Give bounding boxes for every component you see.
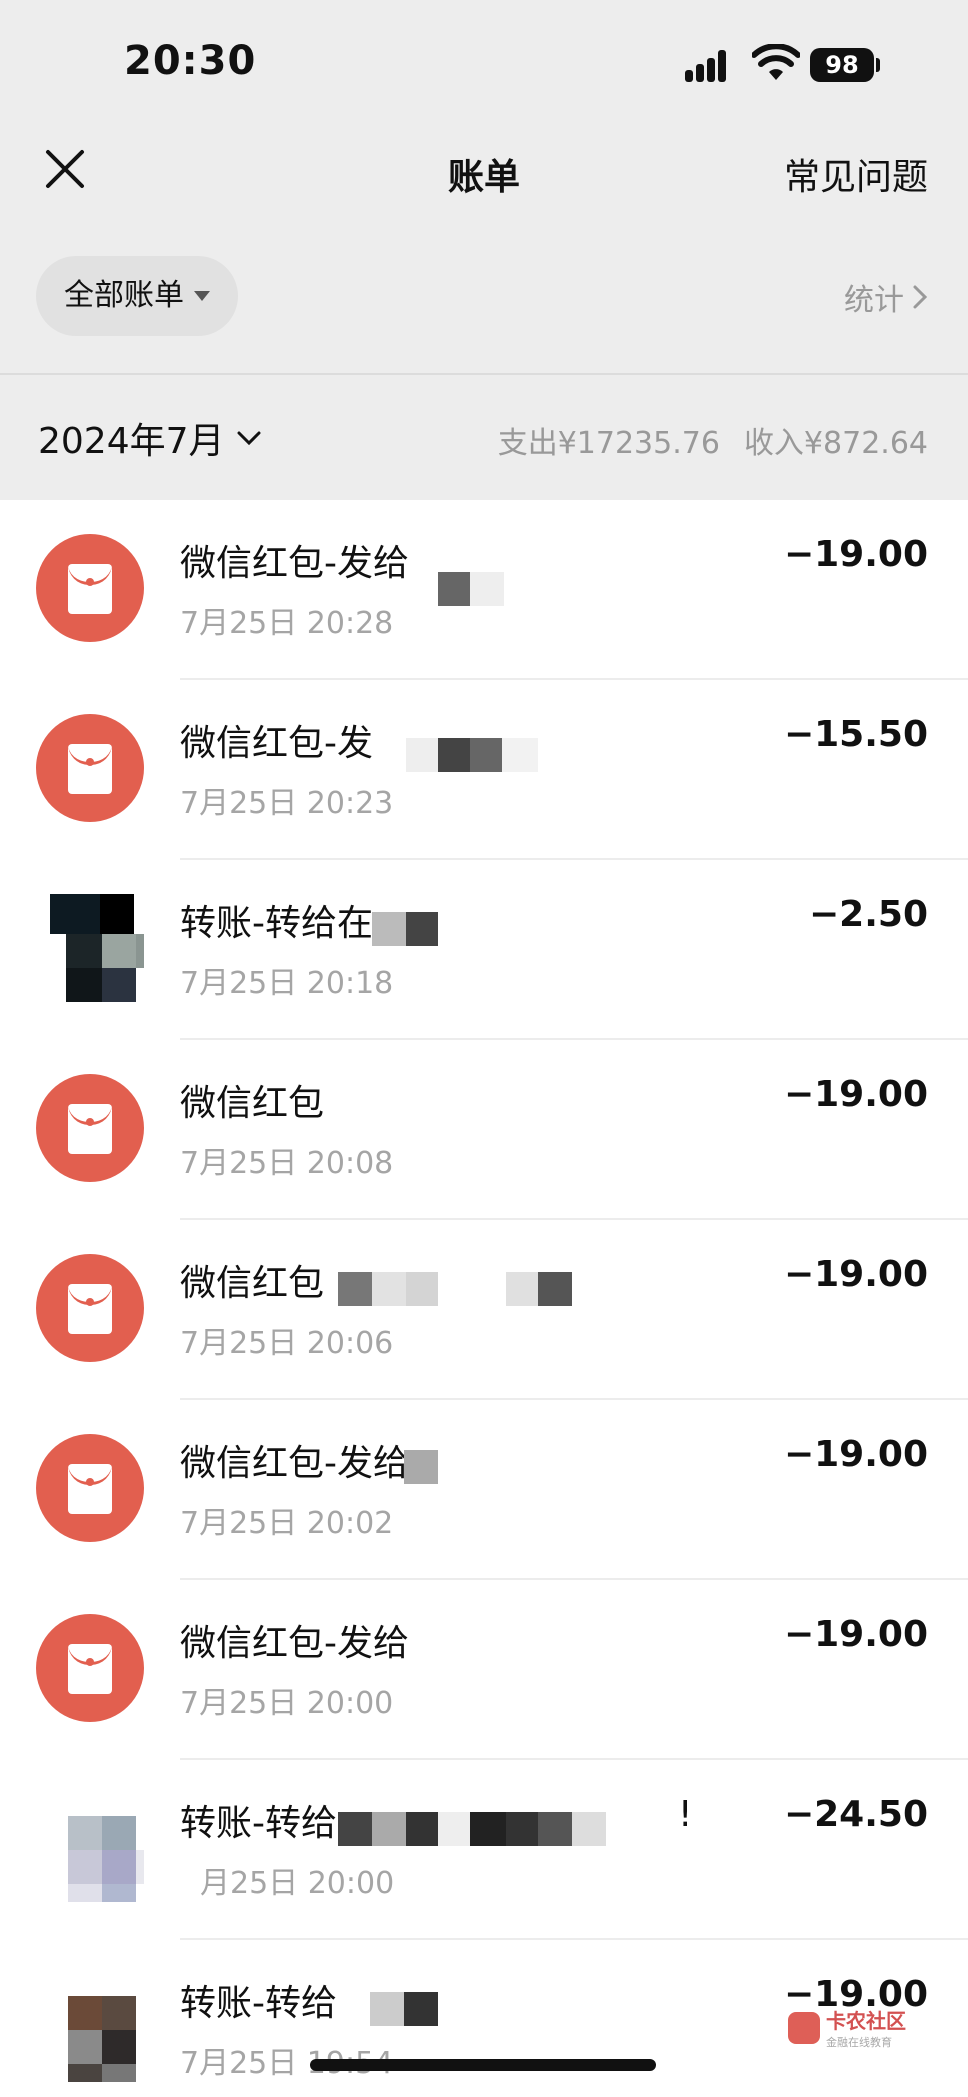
redacted-block [372,1272,406,1306]
home-indicator[interactable] [310,2059,656,2071]
redacted-block [470,572,504,606]
bill-filter-dropdown[interactable]: 全部账单 [36,256,238,336]
transaction-time: 7月25日 20:08 [180,1146,394,1181]
avatar [36,1794,144,1902]
redacted-block [438,1812,470,1846]
redacted-block [438,738,470,772]
transaction-amount: −15.50 [783,714,928,755]
transaction-title: 转账-转给在 [180,903,373,944]
transaction-amount: −19.00 [783,534,928,575]
red-packet-icon [36,534,144,642]
transaction-amount: −24.50 [783,1794,928,1835]
transaction-title: 转账-转给 [180,1803,337,1844]
transaction-row[interactable]: 转账-转给 ! 月25日 20:00 −24.50 [0,1760,968,1940]
transaction-title: 微信红包 [180,1263,325,1304]
income-total: 收入¥872.64 [743,426,928,461]
redacted-block [470,1812,506,1846]
stats-link[interactable]: 统计 [844,275,928,319]
transaction-title: 微信红包-发 [180,723,373,764]
redacted-block [470,738,502,772]
battery-tip [876,58,880,72]
redacted-block [502,738,538,772]
transaction-time: 7月25日 20:23 [180,786,394,821]
nav-bar: 账单 常见问题 [0,130,968,210]
transaction-amount: −19.00 [783,1074,928,1115]
redacted-block [404,1450,438,1484]
signal-icon [685,50,735,82]
transaction-row[interactable]: 微信红包-发给 7月25日 20:00 −19.00 [0,1580,968,1760]
transaction-row[interactable]: 微信红包-发 7月25日 20:23 −15.50 [0,680,968,860]
transaction-title: 转账-转给 [180,1983,337,2024]
redacted-block [406,1272,438,1306]
redacted-block [372,912,406,946]
transaction-list: 微信红包-发给 7月25日 20:28 −19.00 微信红包-发 7月25日 … [0,500,968,2097]
red-packet-icon [36,714,144,822]
transaction-row[interactable]: 微信红包-发给 7月25日 20:02 −19.00 [0,1400,968,1580]
watermark-subtitle: 金融在线教育 [826,2036,892,2049]
transaction-amount: −19.00 [783,1254,928,1295]
transaction-row[interactable]: 微信红包 7月25日 20:08 −19.00 [0,1040,968,1220]
month-summary: 支出¥17235.76 收入¥872.64 [498,418,928,462]
redacted-block [404,1992,438,2026]
transaction-title: 微信红包-发给 [180,543,409,584]
transaction-row[interactable]: 转账-转给在 7月25日 20:18 −2.50 [0,860,968,1040]
transaction-title-suffix: ! [678,1794,693,1835]
caret-down-icon [194,291,210,301]
transaction-time: 7月25日 20:28 [180,606,394,641]
watermark-icon [788,2011,820,2044]
chevron-right-icon [913,285,928,309]
transaction-row[interactable]: 微信红包 7月25日 20:06 −19.00 [0,1220,968,1400]
transaction-title: 微信红包-发给 [180,1443,409,1484]
red-packet-icon [36,1614,144,1722]
faq-link[interactable]: 常见问题 [784,148,928,200]
wifi-icon [752,44,800,80]
redacted-block [406,912,438,946]
redacted-block [538,1812,572,1846]
red-packet-icon [36,1254,144,1362]
redacted-block [406,1812,438,1846]
bill-filter-label: 全部账单 [64,278,184,313]
redacted-block [538,1272,572,1306]
transaction-amount: −19.00 [783,1614,928,1655]
redacted-block [572,1812,606,1846]
battery-indicator: 98 [810,48,874,82]
avatar [36,894,144,1002]
stats-label: 统计 [844,283,904,318]
transaction-amount: −2.50 [809,894,928,935]
status-time: 20:30 [124,38,257,84]
redacted-block [506,1272,538,1306]
transaction-amount: −19.00 [783,1434,928,1475]
red-packet-icon [36,1434,144,1542]
status-bar: 20:30 98 [0,0,968,130]
watermark-title: 卡农社区 [826,2009,906,2033]
redacted-block [338,1272,372,1306]
redacted-block [438,572,470,606]
transaction-row[interactable]: 微信红包-发给 7月25日 20:28 −19.00 [0,500,968,680]
transaction-time: 7月25日 20:18 [180,966,394,1001]
redacted-block [372,1812,406,1846]
transaction-time: 月25日 20:00 [200,1866,395,1901]
expense-total: 支出¥17235.76 [497,426,720,461]
redacted-block [406,738,438,772]
chevron-down-icon [237,431,261,446]
month-selector[interactable]: 2024年7月 [38,412,263,464]
redacted-block [338,1812,372,1846]
redacted-block [370,1992,404,2026]
transaction-time: 7月25日 20:06 [180,1326,394,1361]
redacted-block [506,1812,538,1846]
transaction-title: 微信红包 [180,1083,325,1124]
divider [0,373,968,375]
red-packet-icon [36,1074,144,1182]
transaction-time: 7月25日 20:02 [180,1506,394,1541]
transaction-time: 7月25日 20:00 [180,1686,394,1721]
month-label: 2024年7月 [38,421,225,462]
transaction-title: 微信红包-发给 [180,1623,409,1664]
avatar [36,1974,144,2082]
watermark-logo: 卡农社区 金融在线教育 [788,2005,906,2050]
